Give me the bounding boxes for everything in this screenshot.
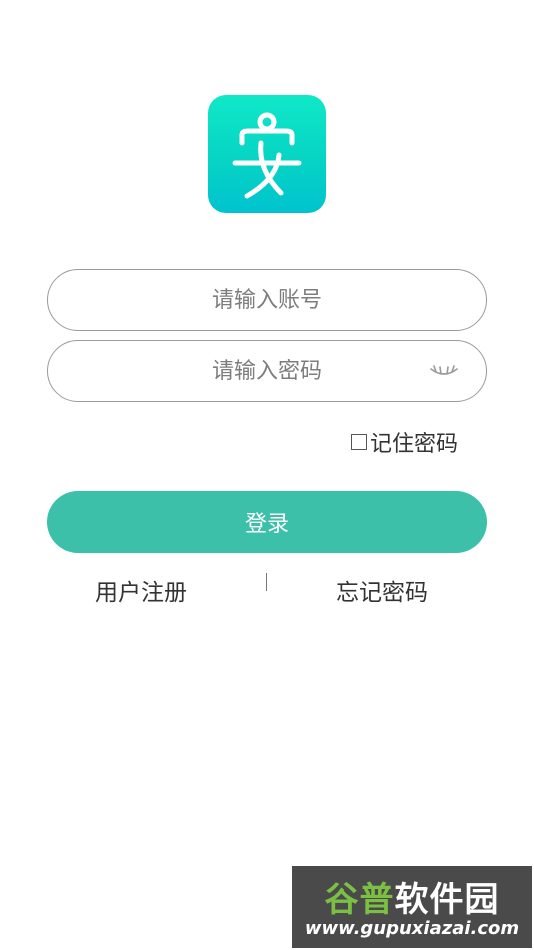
watermark: 谷普软件园 www.gupuxiazai.com bbox=[292, 866, 532, 948]
account-field bbox=[47, 269, 487, 331]
link-divider bbox=[266, 573, 267, 591]
watermark-logo-white: 软件园 bbox=[394, 880, 500, 920]
watermark-logo: 谷普软件园 bbox=[292, 872, 532, 921]
login-button[interactable]: 登录 bbox=[47, 491, 487, 553]
remember-label: 记住密码 bbox=[370, 432, 459, 457]
watermark-logo-green: 谷普 bbox=[324, 880, 395, 920]
closed-eye-icon[interactable] bbox=[428, 361, 460, 381]
remember-checkbox[interactable] bbox=[351, 434, 367, 450]
forgot-password-link[interactable]: 忘记密码 bbox=[336, 573, 428, 607]
person-figure-icon bbox=[232, 112, 302, 199]
remember-password[interactable]: 记住密码 bbox=[351, 428, 459, 457]
login-screen: 记住密码 登录 用户注册 忘记密码 谷普软件园 www.gupuxiazai.c… bbox=[0, 0, 534, 950]
watermark-url: www.gupuxiazai.com bbox=[304, 918, 520, 939]
password-field bbox=[47, 340, 487, 402]
password-input[interactable] bbox=[48, 341, 486, 401]
app-logo bbox=[208, 95, 326, 213]
account-input[interactable] bbox=[48, 270, 486, 330]
register-link[interactable]: 用户注册 bbox=[95, 573, 187, 607]
